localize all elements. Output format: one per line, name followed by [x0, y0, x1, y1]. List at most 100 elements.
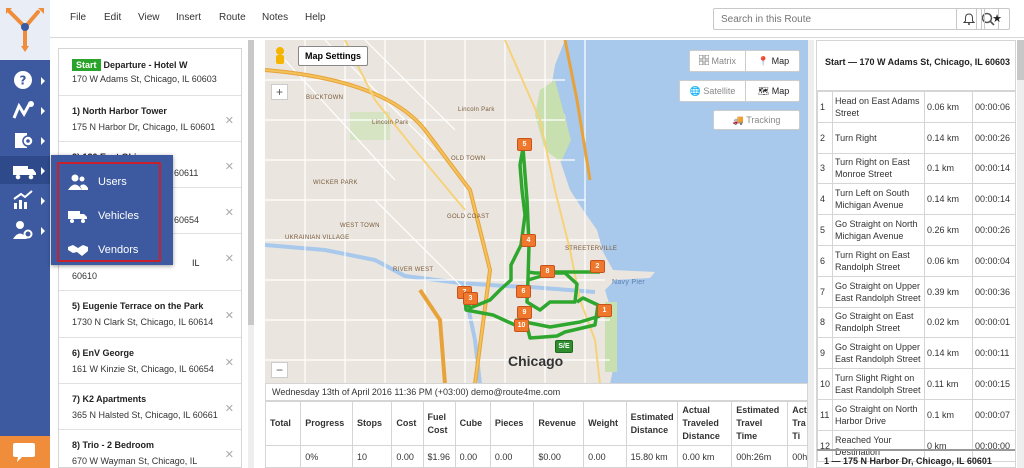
- submenu-item-vehicles[interactable]: Vehicles: [59, 200, 163, 232]
- remove-stop-icon[interactable]: ✕: [225, 160, 234, 173]
- addresses-nav-item[interactable]: [0, 126, 50, 154]
- stop-item[interactable]: Start Departure - Hotel W 170 W Adams St,…: [59, 49, 241, 96]
- notifications-button[interactable]: [956, 8, 982, 30]
- stop-item[interactable]: 8) Trio - 2 Bedroom 670 W Wayman St, Chi…: [59, 430, 241, 467]
- route-stop-pin[interactable]: 8: [540, 265, 555, 278]
- map-settings-button[interactable]: Map Settings: [298, 46, 369, 66]
- direction-row[interactable]: 7 Go Straight on Upper East Randolph Stre…: [817, 275, 1015, 308]
- totals-header: Actual Traveled Distance: [677, 401, 733, 446]
- map-layer-tab[interactable]: 🗺 Map: [747, 81, 800, 101]
- stop-item[interactable]: 1) North Harbor Tower 175 N Harbor Dr, C…: [59, 96, 241, 142]
- direction-row[interactable]: 5 Go Straight on North Michigan Avenue 0.2…: [817, 214, 1015, 246]
- route-map[interactable]: BUCKTOWN Lincoln Park Lincoln Park OLD T…: [265, 40, 808, 384]
- remove-stop-icon[interactable]: ✕: [225, 448, 234, 461]
- stop-item[interactable]: 5) Eugenie Terrace on the Park 1730 N Cl…: [59, 291, 241, 338]
- layer-toggle: 🌐 Satellite 🗺 Map: [679, 80, 800, 102]
- matrix-tab[interactable]: Matrix: [690, 51, 746, 71]
- menu-route[interactable]: Route: [219, 12, 246, 23]
- direction-row[interactable]: 4 Turn Left on South Michigan Avenue 0.14 …: [817, 183, 1015, 216]
- favorite-button[interactable]: ★: [984, 8, 1010, 30]
- step-distance: 0.02 km: [924, 306, 973, 339]
- submenu-item-users[interactable]: Users: [59, 166, 163, 198]
- map-tab[interactable]: 📍 Map: [747, 51, 800, 71]
- direction-row[interactable]: 1 Head on East Adams Street 0.06 km 00:00:0…: [817, 91, 1015, 123]
- submenu-item-vendors[interactable]: Vendors: [59, 234, 163, 266]
- stop-title: 8) Trio - 2 Bedroom: [72, 440, 155, 450]
- analytics-nav-item[interactable]: [0, 186, 50, 214]
- menu-view[interactable]: View: [138, 12, 160, 23]
- totals-value: 0.00: [454, 445, 491, 468]
- step-instruction: Turn Slight Right on East Randolph Stree…: [832, 368, 925, 400]
- help-nav-item[interactable]: ?: [0, 66, 50, 94]
- step-number: 4: [817, 183, 833, 216]
- remove-stop-icon[interactable]: ✕: [225, 309, 234, 322]
- start-end-pin[interactable]: S/E: [555, 340, 573, 353]
- route-stop-pin[interactable]: 2: [590, 260, 605, 273]
- satellite-tab[interactable]: 🌐 Satellite: [680, 81, 746, 101]
- step-instruction: Head on East Adams Street: [832, 91, 925, 123]
- route-stop-pin[interactable]: 9: [517, 306, 532, 319]
- step-time: 00:00:01: [972, 306, 1015, 339]
- scrollbar-thumb[interactable]: [1017, 40, 1024, 80]
- remove-stop-icon[interactable]: ✕: [225, 402, 234, 415]
- team-nav-item[interactable]: [0, 156, 50, 184]
- stop-address: 170 W Adams St, Chicago, IL 60603: [72, 74, 217, 84]
- stop-title: 7) K2 Apartments: [72, 394, 147, 404]
- directions-scrollbar[interactable]: [1017, 40, 1024, 468]
- route4me-logo[interactable]: [0, 0, 50, 60]
- menu-help[interactable]: Help: [305, 12, 326, 23]
- direction-row[interactable]: 9 Go Straight on Upper East Randolph Stre…: [817, 337, 1015, 370]
- direction-row[interactable]: 6 Turn Right on East Randolph Street 0.06 …: [817, 244, 1015, 277]
- direction-row[interactable]: 10 Turn Slight Right on East Randolph Str…: [817, 368, 1015, 400]
- pegman-icon[interactable]: [273, 46, 287, 68]
- chevron-right-icon: [41, 77, 45, 85]
- direction-row[interactable]: 8 Go Straight on East Randolph Street 0.02…: [817, 306, 1015, 339]
- route-stop-pin[interactable]: 6: [516, 285, 531, 298]
- direction-row[interactable]: 3 Turn Right on East Monroe Street 0.1 km 0…: [817, 152, 1015, 185]
- step-distance: 0.14 km: [924, 121, 973, 154]
- user-gear-icon: [13, 221, 33, 239]
- stop-item[interactable]: 6) EnV George 161 W Kinzie St, Chicago, …: [59, 338, 241, 384]
- remove-stop-icon[interactable]: ✕: [225, 252, 234, 265]
- chevron-right-icon: [41, 167, 45, 175]
- directions-next-stop: 1 — 175 N Harbor Dr, Chicago, IL 60601: [817, 449, 1015, 467]
- route-stop-pin[interactable]: 1: [597, 304, 612, 317]
- step-instruction: Turn Left on South Michigan Avenue: [832, 183, 925, 216]
- map-panel-scrollbar[interactable]: [808, 40, 814, 468]
- zoom-out-button[interactable]: −: [271, 362, 288, 378]
- remove-stop-icon[interactable]: ✕: [225, 206, 234, 219]
- step-time: 00:00:15: [972, 368, 1015, 400]
- chat-button[interactable]: [0, 436, 50, 468]
- chevron-right-icon: [41, 197, 45, 205]
- route-stop-pin[interactable]: 10: [514, 319, 529, 332]
- chevron-right-icon: [41, 107, 45, 115]
- route-stop-pin[interactable]: 3: [463, 292, 478, 305]
- map-pin-icon: [15, 133, 34, 148]
- direction-row[interactable]: 2 Turn Right 0.14 km 00:00:26: [817, 121, 1015, 154]
- step-time: 00:00:11: [972, 337, 1015, 370]
- step-instruction: Turn Right on East Monroe Street: [832, 152, 925, 185]
- route-stop-pin[interactable]: 5: [517, 138, 532, 151]
- routes-nav-item[interactable]: [0, 96, 50, 124]
- direction-row[interactable]: 11 Go Straight on North Harbor Drive 0.1 k…: [817, 398, 1015, 431]
- zoom-in-button[interactable]: +: [271, 84, 288, 100]
- totals-value: 0.00: [391, 445, 424, 468]
- stops-scrollbar[interactable]: [248, 40, 254, 468]
- search-input[interactable]: [714, 9, 976, 29]
- step-number: 3: [817, 152, 833, 185]
- remove-stop-icon[interactable]: ✕: [225, 356, 234, 369]
- submenu-highlight-box: Users Vehicles Vendors: [57, 162, 161, 262]
- totals-table: Total Progress Stops Cost Fuel Cost Cube…: [264, 401, 808, 468]
- route-stop-pin[interactable]: 4: [521, 234, 536, 247]
- remove-stop-icon[interactable]: ✕: [225, 114, 234, 127]
- menu-file[interactable]: File: [70, 12, 86, 23]
- stop-item[interactable]: 7) K2 Apartments 365 N Halsted St, Chica…: [59, 384, 241, 430]
- tracking-button[interactable]: 🚚 Tracking: [713, 110, 800, 130]
- map-fold-icon: 🗺: [757, 86, 770, 96]
- menu-insert[interactable]: Insert: [176, 12, 201, 23]
- user-settings-nav-item[interactable]: [0, 216, 50, 244]
- menu-edit[interactable]: Edit: [104, 12, 121, 23]
- step-instruction: Turn Right on East Randolph Street: [832, 244, 925, 277]
- menu-notes[interactable]: Notes: [262, 12, 288, 23]
- scrollbar-thumb[interactable]: [248, 40, 254, 325]
